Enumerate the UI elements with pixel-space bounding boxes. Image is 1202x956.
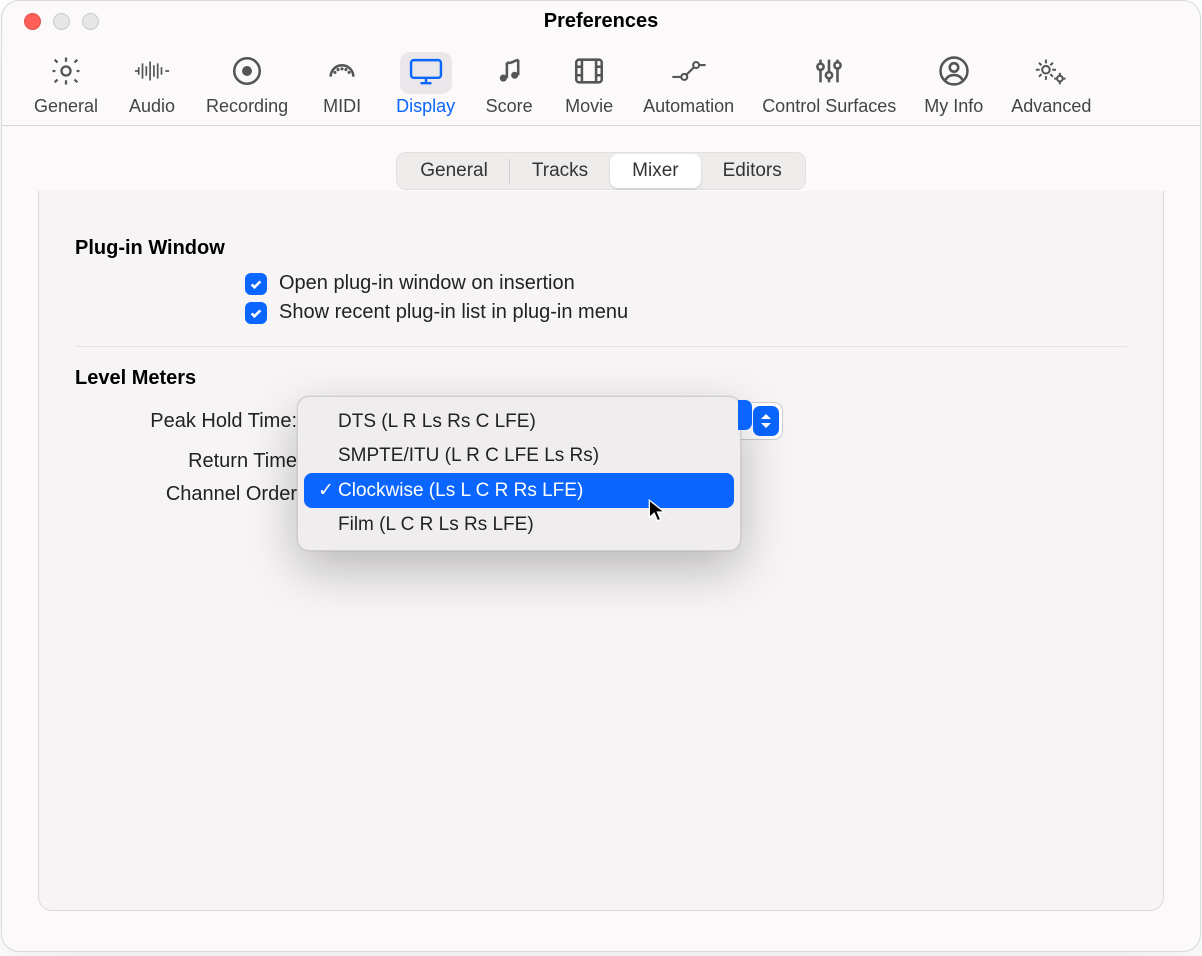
dropdown-item[interactable]: DTS (L R Ls Rs C LFE) xyxy=(304,405,734,439)
chevron-up-down-icon xyxy=(753,406,779,436)
midi-icon xyxy=(325,54,359,93)
toolbar-general[interactable]: General xyxy=(32,52,100,125)
checkbox-show-recent-plugin-list[interactable] xyxy=(245,302,267,324)
gear-icon xyxy=(49,54,83,93)
checkbox-open-plugin-on-insertion[interactable] xyxy=(245,273,267,295)
dropdown-item[interactable]: SMPTE/ITU (L R C LFE Ls Rs) xyxy=(304,439,734,473)
toolbar-score[interactable]: Score xyxy=(481,52,537,125)
toolbar-label: Advanced xyxy=(1011,96,1091,117)
subtab-general[interactable]: General xyxy=(398,154,510,188)
toolbar-label: Score xyxy=(486,96,533,117)
subtab-editors[interactable]: Editors xyxy=(701,154,804,188)
toolbar-recording[interactable]: Recording xyxy=(204,52,290,125)
section-plugin-window-title: Plug-in Window xyxy=(75,237,1127,260)
film-icon xyxy=(572,54,606,93)
toolbar-automation[interactable]: Automation xyxy=(641,52,736,125)
dropdown-item-label: DTS (L R Ls Rs C LFE) xyxy=(338,411,536,433)
dropdown-item[interactable]: Film (L C R Ls Rs LFE) xyxy=(304,508,734,542)
display-subtabs: General Tracks Mixer Editors xyxy=(396,152,806,190)
waveform-icon xyxy=(133,54,171,93)
subtab-tracks[interactable]: Tracks xyxy=(510,154,610,188)
toolbar-movie[interactable]: Movie xyxy=(561,52,617,125)
minimize-button[interactable] xyxy=(53,13,70,30)
gears-icon xyxy=(1032,54,1070,93)
toolbar-label: General xyxy=(34,96,98,117)
checkmark-icon: ✓ xyxy=(314,479,338,502)
user-icon xyxy=(937,54,971,93)
toolbar-label: Audio xyxy=(129,96,175,117)
toolbar-display[interactable]: Display xyxy=(394,52,457,125)
return-time-label: Return Time xyxy=(75,450,305,473)
subtab-mixer[interactable]: Mixer xyxy=(610,154,700,188)
peak-hold-time-label: Peak Hold Time: xyxy=(75,410,305,433)
channel-order-dropdown: DTS (L R Ls Rs C LFE) SMPTE/ITU (L R C L… xyxy=(297,396,741,551)
score-icon xyxy=(492,54,526,93)
channel-order-label: Channel Order xyxy=(75,483,305,506)
dropdown-item-label: SMPTE/ITU (L R C LFE Ls Rs) xyxy=(338,445,599,467)
section-level-meters-title: Level Meters xyxy=(75,367,1127,390)
window-controls xyxy=(24,13,99,30)
toolbar-control-surfaces[interactable]: Control Surfaces xyxy=(760,52,898,125)
record-icon xyxy=(230,54,264,93)
toolbar-my-info[interactable]: My Info xyxy=(922,52,985,125)
toolbar-label: MIDI xyxy=(323,96,361,117)
toolbar-label: Display xyxy=(396,96,455,117)
toolbar: General Audio Recording MIDI xyxy=(2,41,1200,126)
preferences-window: Preferences General Audio Recording xyxy=(1,0,1201,952)
chevron-up-down-icon xyxy=(738,400,752,430)
toolbar-label: Recording xyxy=(206,96,288,117)
toolbar-audio[interactable]: Audio xyxy=(124,52,180,125)
zoom-button[interactable] xyxy=(82,13,99,30)
toolbar-midi[interactable]: MIDI xyxy=(314,52,370,125)
toolbar-advanced[interactable]: Advanced xyxy=(1009,52,1093,125)
dropdown-item-label: Film (L C R Ls Rs LFE) xyxy=(338,514,534,536)
checkbox-label: Show recent plug-in list in plug-in menu xyxy=(279,301,628,324)
dropdown-item-selected[interactable]: ✓ Clockwise (Ls L C R Rs LFE) xyxy=(304,473,734,508)
toolbar-label: Control Surfaces xyxy=(762,96,896,117)
display-icon xyxy=(407,54,445,93)
dropdown-item-label: Clockwise (Ls L C R Rs LFE) xyxy=(338,480,583,502)
close-button[interactable] xyxy=(24,13,41,30)
toolbar-label: Movie xyxy=(565,96,613,117)
section-divider xyxy=(75,346,1127,347)
toolbar-label: My Info xyxy=(924,96,983,117)
titlebar: Preferences xyxy=(2,1,1200,41)
automation-icon xyxy=(670,56,708,91)
settings-panel: Plug-in Window Open plug-in window on in… xyxy=(38,191,1164,911)
toolbar-label: Automation xyxy=(643,96,734,117)
sliders-icon xyxy=(812,54,846,93)
checkbox-label: Open plug-in window on insertion xyxy=(279,272,575,295)
window-title: Preferences xyxy=(544,10,659,33)
